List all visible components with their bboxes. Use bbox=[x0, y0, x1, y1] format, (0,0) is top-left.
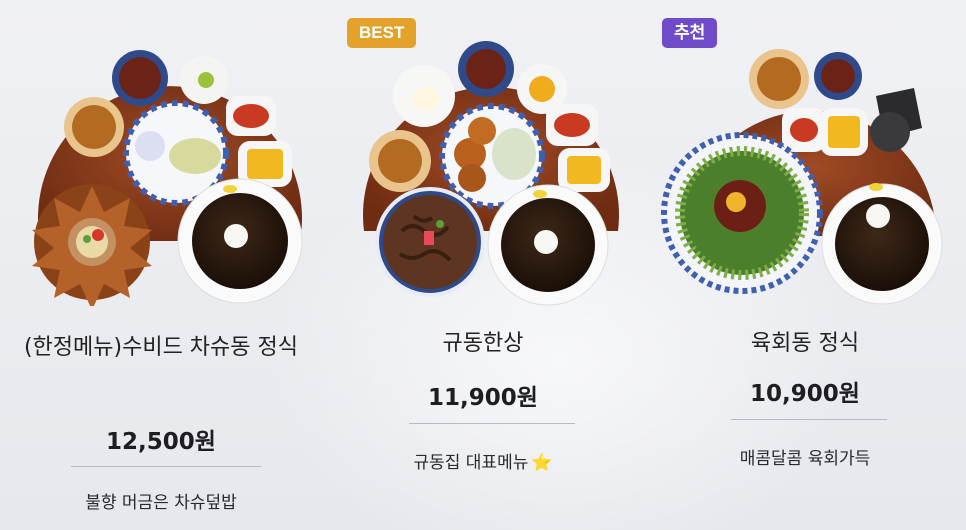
menu-card-gyudon[interactable]: BEST 규동한상 11,900원 규동집 대표메뉴 ⭐ bbox=[322, 0, 644, 530]
menu-price: 12,500원 bbox=[106, 429, 216, 455]
recommend-badge: 추천 bbox=[662, 18, 718, 48]
wasabi-dish-icon bbox=[180, 56, 228, 104]
menu-name: (한정메뉴)수비드 차슈동 정식 bbox=[23, 335, 299, 360]
menu-description: 불향 머금은 차슈덮밥 bbox=[85, 493, 237, 513]
menu-price: 11,900원 bbox=[428, 385, 538, 411]
gyudon-icon bbox=[375, 187, 485, 297]
sauce-bowl-icon bbox=[112, 50, 168, 106]
menu-photo bbox=[363, 41, 619, 306]
sauce-cup-icon bbox=[64, 97, 124, 157]
menu-price: 10,900원 bbox=[750, 381, 860, 407]
pickled-radish-icon bbox=[558, 148, 610, 192]
sauce-cup-icon bbox=[369, 130, 431, 192]
menu-photo bbox=[661, 49, 943, 305]
menu-name: 육회동 정식 bbox=[750, 331, 860, 356]
egg-dish-icon bbox=[393, 65, 455, 127]
divider bbox=[731, 419, 887, 420]
pickled-radish-icon bbox=[820, 108, 868, 156]
menu-photo bbox=[32, 50, 303, 306]
menu-card-chashu[interactable]: (한정메뉴)수비드 차슈동 정식 12,500원 불향 머금은 차슈덮밥 bbox=[0, 0, 322, 530]
kimchi-dish-icon bbox=[546, 104, 598, 146]
divider bbox=[409, 423, 575, 424]
soba-bowl-icon bbox=[487, 184, 609, 306]
menu-name: 규동한상 bbox=[442, 331, 524, 356]
chashu-donburi-icon bbox=[32, 184, 152, 306]
soba-bowl-icon bbox=[177, 178, 303, 304]
kimchi-dish-icon bbox=[782, 108, 826, 152]
soba-bowl-icon bbox=[821, 183, 943, 305]
menu-description-text: 규동집 대표메뉴 bbox=[413, 453, 529, 473]
star-icon: ⭐ bbox=[531, 453, 553, 473]
menu-description: 규동집 대표메뉴 ⭐ bbox=[332, 448, 634, 473]
sauce-bowl-icon bbox=[814, 52, 862, 100]
kimchi-dish-icon bbox=[226, 96, 276, 136]
soup-cup-icon bbox=[870, 88, 922, 152]
yukhoe-don-icon bbox=[661, 132, 823, 294]
sauce-cup-icon bbox=[749, 49, 809, 109]
menu-description: 매콤달콤 육회가득 bbox=[739, 449, 871, 469]
sauce-bowl-icon bbox=[458, 41, 514, 97]
divider bbox=[71, 466, 261, 467]
best-badge: BEST bbox=[347, 18, 417, 48]
menu-card-yukhoe[interactable]: 추천 육회동 정식 10,900원 매콤달콤 육회가득 bbox=[644, 0, 966, 530]
